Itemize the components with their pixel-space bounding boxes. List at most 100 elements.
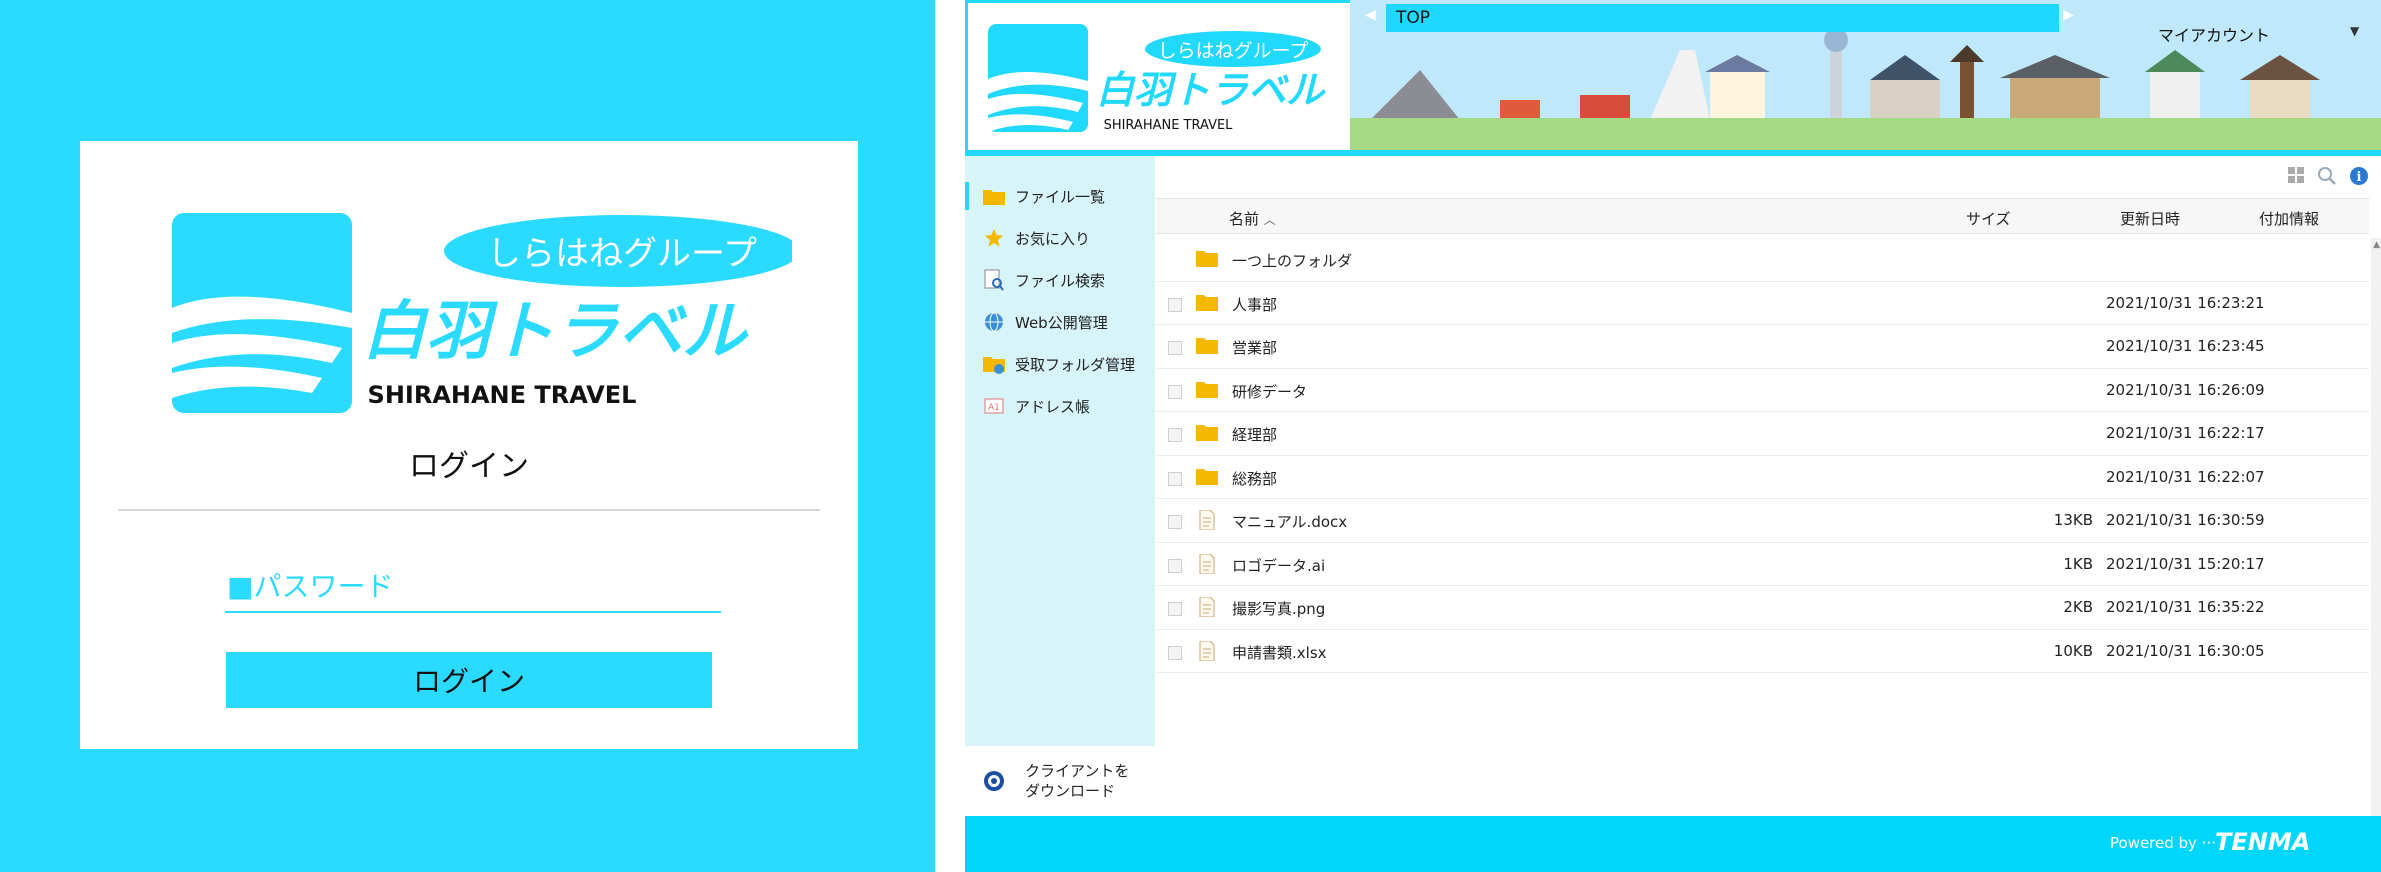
logo-english-name: SHIRAHANE TRAVEL xyxy=(368,381,637,409)
file-icon xyxy=(1199,553,1215,574)
address-book-icon: A1 xyxy=(983,395,1005,417)
my-account-menu[interactable]: マイアカウント xyxy=(2158,22,2270,46)
grid-view-icon[interactable] xyxy=(2287,166,2305,184)
password-underline xyxy=(225,611,721,613)
star-icon xyxy=(983,227,1005,249)
caret-left-icon[interactable]: ◀ xyxy=(1365,7,1376,23)
header-logo-area[interactable]: しらはねグループ 白羽トラベル SHIRAHANE TRAVEL xyxy=(965,0,1350,156)
table-row[interactable]: 総務部 2021/10/31 16:22:07 xyxy=(1156,456,2369,499)
row-checkbox[interactable] xyxy=(1168,602,1182,616)
client-download-link[interactable]: クライアントを ダウンロード xyxy=(965,746,1155,816)
file-rows: 一つ上のフォルダ人事部 2021/10/31 16:23:21 営業部 2021/10… xyxy=(1156,238,2369,673)
logo-company-name: 白羽トラベル xyxy=(362,294,749,369)
file-modified-date: 2021/10/31 16:22:07 xyxy=(2106,467,2265,486)
file-size: 1KB xyxy=(2063,554,2093,573)
table-row[interactable]: 営業部 2021/10/31 16:23:45 xyxy=(1156,325,2369,369)
row-checkbox[interactable] xyxy=(1168,341,1182,355)
file-name[interactable]: マニュアル.docx xyxy=(1232,511,1347,532)
sidebar-item-address-book[interactable]: A1 アドレス帳 xyxy=(965,386,1155,426)
file-icon xyxy=(1199,510,1215,530)
sidebar-item-web-publish[interactable]: Web公開管理 xyxy=(965,302,1155,342)
search-icon[interactable] xyxy=(2317,166,2337,186)
row-checkbox[interactable] xyxy=(1168,515,1182,529)
file-name[interactable]: 総務部 xyxy=(1232,468,1277,489)
table-row[interactable]: マニュアル.docx 13KB 2021/10/31 16:30:59 xyxy=(1156,499,2369,543)
file-manager: しらはねグループ 白羽トラベル SHIRAHANE TRAVEL TOP ◀ ▶… xyxy=(965,0,2381,872)
file-name[interactable]: ロゴデータ.ai xyxy=(1232,555,1325,576)
sidebar-item-label: ファイル一覧 xyxy=(1015,187,1106,206)
file-modified-date: 2021/10/31 16:23:45 xyxy=(2106,337,2265,355)
sidebar-item-label: ファイル検索 xyxy=(1015,271,1106,290)
folder-icon xyxy=(983,185,1005,207)
file-icon xyxy=(1199,640,1215,661)
table-row[interactable]: 申請書類.xlsx 10KB 2021/10/31 16:30:05 xyxy=(1156,630,2369,673)
file-search-icon xyxy=(983,269,1005,291)
chevron-down-icon[interactable]: ▼ xyxy=(2350,24,2359,38)
sidebar-item-file-search[interactable]: ファイル検索 xyxy=(965,260,1155,300)
login-screen: しらはねグループ 白羽トラベル SHIRAHANE TRAVEL ログイン ■パ… xyxy=(0,0,935,872)
file-name[interactable]: 研修データ xyxy=(1232,381,1307,402)
table-row[interactable]: 一つ上のフォルダ xyxy=(1156,238,2369,282)
file-modified-date: 2021/10/31 16:30:05 xyxy=(2106,641,2265,660)
row-checkbox[interactable] xyxy=(1168,428,1182,442)
breadcrumb-top[interactable]: TOP xyxy=(1396,8,1430,28)
file-name[interactable]: 一つ上のフォルダ xyxy=(1232,250,1352,271)
sidebar-item-label: Web公開管理 xyxy=(1015,313,1108,332)
file-name[interactable]: 申請書類.xlsx xyxy=(1232,642,1327,663)
sidebar: ファイル一覧 お気に入り ファイル検索 Web公開管理 受取フォルダ管理 A1 … xyxy=(965,156,1155,816)
row-checkbox[interactable] xyxy=(1168,297,1182,312)
file-name[interactable]: 撮影写真.png xyxy=(1232,598,1325,619)
column-size-header[interactable]: サイズ xyxy=(1966,208,2011,229)
row-checkbox[interactable] xyxy=(1168,645,1182,660)
breadcrumb[interactable]: TOP xyxy=(1386,4,2059,32)
sidebar-item-file-list[interactable]: ファイル一覧 xyxy=(965,176,1155,216)
column-modified-header[interactable]: 更新日時 xyxy=(2120,208,2180,229)
divider xyxy=(118,509,820,511)
sidebar-item-favorites[interactable]: お気に入り xyxy=(965,218,1155,258)
folder-icon xyxy=(1196,468,1218,485)
row-checkbox[interactable] xyxy=(1168,384,1182,399)
sidebar-item-label: アドレス帳 xyxy=(1015,397,1091,416)
column-extra-header[interactable]: 付加情報 xyxy=(2259,208,2319,229)
file-name[interactable]: 経理部 xyxy=(1232,424,1277,445)
file-modified-date: 2021/10/31 16:22:17 xyxy=(2106,424,2265,442)
login-title: ログイン xyxy=(409,449,529,484)
toolbar: i xyxy=(2287,166,2369,186)
table-row[interactable]: 研修データ 2021/10/31 16:26:09 xyxy=(1156,369,2369,412)
file-name[interactable]: 営業部 xyxy=(1232,337,1277,358)
header-logo-english-name: SHIRAHANE TRAVEL xyxy=(1104,118,1234,133)
company-logo-small: しらはねグループ 白羽トラベル SHIRAHANE TRAVEL xyxy=(988,24,1326,133)
folder-icon xyxy=(1196,251,1218,267)
row-checkbox[interactable] xyxy=(1168,558,1182,573)
password-input[interactable] xyxy=(225,561,721,609)
folder-icon xyxy=(1196,294,1218,311)
table-row[interactable]: ロゴデータ.ai 1KB 2021/10/31 15:20:17 xyxy=(1156,543,2369,586)
caret-right-icon[interactable]: ▶ xyxy=(2063,7,2074,23)
row-checkbox[interactable] xyxy=(1168,471,1182,486)
file-name[interactable]: 人事部 xyxy=(1232,294,1277,315)
file-modified-date: 2021/10/31 16:35:22 xyxy=(2106,598,2265,616)
info-icon[interactable]: i xyxy=(2349,166,2369,186)
file-size: 13KB xyxy=(2053,511,2093,529)
file-size: 2KB xyxy=(2063,598,2093,616)
sidebar-item-label: 受取フォルダ管理 xyxy=(1015,355,1136,374)
table-row[interactable]: 人事部 2021/10/31 16:23:21 xyxy=(1156,282,2369,325)
login-card: しらはねグループ 白羽トラベル SHIRAHANE TRAVEL ログイン ■パ… xyxy=(80,141,858,749)
folder-icon xyxy=(1196,338,1218,354)
table-row[interactable]: 経理部 2021/10/31 16:22:17 xyxy=(1156,412,2369,456)
sort-ascending-icon: ︿ xyxy=(1263,213,1276,227)
column-label: 名前 xyxy=(1229,210,1260,228)
svg-text:i: i xyxy=(2357,170,2362,185)
scroll-up-icon[interactable]: ▲ xyxy=(2373,240,2380,250)
folder-icon xyxy=(1196,381,1218,398)
table-row[interactable]: 撮影写真.png 2KB 2021/10/31 16:35:22 xyxy=(1156,586,2369,630)
scrollbar[interactable] xyxy=(2371,238,2381,816)
column-name-header[interactable]: 名前 ︿ xyxy=(1229,208,1276,229)
svg-text:A1: A1 xyxy=(988,403,1000,413)
login-button[interactable]: ログイン xyxy=(226,652,712,708)
powered-by-text: Powered by ··· xyxy=(2110,834,2217,852)
client-download-label: クライアントを ダウンロード xyxy=(1025,762,1130,800)
company-logo: しらはねグループ 白羽トラベル SHIRAHANE TRAVEL xyxy=(172,213,792,413)
file-size: 10KB xyxy=(2053,641,2093,660)
sidebar-item-receive-folder[interactable]: 受取フォルダ管理 xyxy=(965,344,1155,384)
